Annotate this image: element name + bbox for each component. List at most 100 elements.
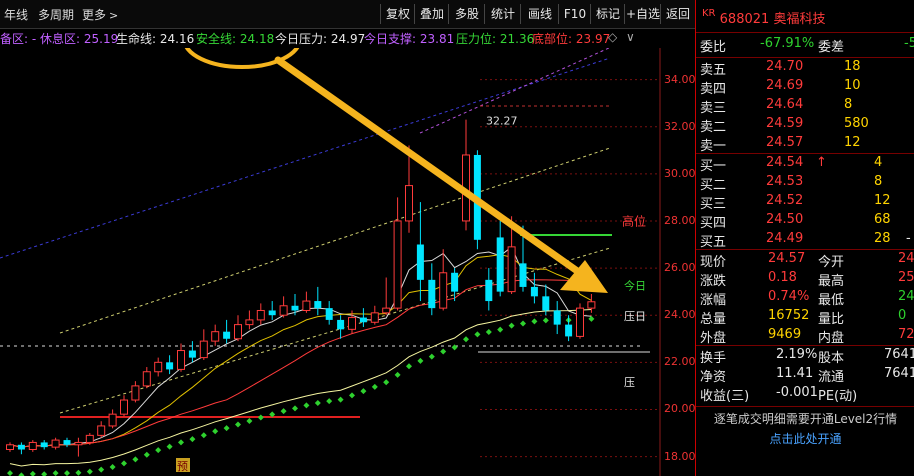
y-tick-label: 18.00: [664, 449, 696, 463]
pressure-level-indicator: 压力位: 21.36: [456, 32, 535, 46]
arrow-shaft: [274, 56, 594, 284]
y-tick-label: 34.00: [664, 72, 696, 86]
life-line-indicator: 生命线: 24.16: [116, 32, 195, 46]
bid-label: 买三: [700, 197, 727, 212]
y-tick-label: 22.00: [664, 355, 696, 369]
pressure-day-label: 压日: [624, 310, 646, 323]
bid-row: 买五 24.49 28-: [696, 231, 914, 250]
chevron-down-icon[interactable]: ∨: [626, 30, 635, 44]
support-dot: [417, 357, 424, 364]
candle-body: [314, 301, 322, 309]
pressure-label: 压: [624, 376, 635, 389]
candle-body: [359, 317, 367, 323]
stat-value: 25: [898, 270, 914, 285]
support-dot: [155, 447, 162, 454]
candle-body: [382, 307, 391, 314]
support-dot: [394, 371, 401, 378]
stat-label: 内盘: [818, 331, 845, 346]
stat-label: 涨幅: [700, 293, 727, 308]
candlestick-chart[interactable]: 32.27 高位今日压日压预: [0, 48, 695, 476]
bid-volume: 8: [874, 174, 883, 189]
stat-label: 外盘: [700, 331, 727, 346]
toolbar-button-8[interactable]: 返回: [660, 4, 695, 24]
support-dot: [292, 405, 298, 412]
trend-line-purple: [419, 48, 611, 134]
candle-body: [131, 385, 140, 401]
more-menu[interactable]: 更多 >: [82, 6, 118, 23]
support-dot: [440, 348, 447, 355]
kr-badge: KR: [702, 8, 716, 19]
stat-value: 0.18: [768, 270, 797, 285]
candle-body: [485, 279, 493, 302]
candle-body: [188, 350, 196, 358]
stat-label: 量比: [818, 312, 845, 327]
annotations: 32.27 高位今日压日压预: [176, 114, 646, 473]
toolbar-button-5[interactable]: F10: [558, 4, 591, 24]
year-line-tab[interactable]: 年线: [4, 6, 28, 23]
support-dot: [52, 470, 59, 476]
forecast-marker: 预: [177, 460, 188, 473]
toolbar-button-7[interactable]: +自选: [624, 4, 661, 24]
support-dot: [212, 428, 219, 435]
high-level-label: 高位: [622, 214, 646, 229]
support-dot: [86, 468, 93, 475]
stat-row: 净资 11.41 流通 7641: [696, 366, 914, 385]
ask-volume: 10: [844, 78, 861, 93]
candle-body: [565, 324, 573, 337]
candle-body: [74, 441, 83, 446]
bid-volume: 4: [874, 155, 883, 170]
support-dot: [463, 336, 469, 343]
stat-value: 16752: [768, 308, 810, 323]
zone-indicator: 备区: -: [0, 32, 37, 46]
toolbar-button-6[interactable]: 标记: [590, 4, 625, 24]
candle-body: [530, 286, 538, 297]
support-dot: [337, 396, 344, 403]
stat-value: 7641: [884, 366, 914, 381]
candle-body: [337, 319, 345, 330]
y-tick-label: 32.00: [664, 119, 696, 133]
stat-value: -0.001: [776, 385, 818, 400]
candle-body: [519, 263, 527, 287]
stat-row: 换手 2.19% 股本 7641: [696, 347, 914, 366]
bid-tail: -: [906, 231, 911, 246]
bid-row: 买一 24.54 ↑ 4: [696, 155, 914, 174]
stat-value: 24: [898, 251, 914, 266]
multi-period-tab[interactable]: 多周期: [38, 6, 74, 23]
toolbar-button-2[interactable]: 多股: [448, 4, 485, 24]
candle-body: [166, 362, 174, 370]
support-dot: [257, 414, 264, 421]
ask-volume: 12: [844, 135, 861, 150]
ask-row: 卖五 24.70 18: [696, 59, 914, 78]
support-dots: [7, 315, 595, 476]
support-dot: [189, 436, 196, 443]
stat-label: 净资: [700, 370, 727, 385]
bid-label: 买四: [700, 216, 727, 231]
open-level2-link[interactable]: 点击此处开通: [696, 430, 914, 447]
candle-body: [393, 220, 402, 309]
stat-value: 7641: [884, 347, 914, 362]
candle-body: [507, 246, 516, 293]
stat-row: 现价 24.57 今开 24: [696, 251, 914, 270]
candle-body: [542, 296, 550, 311]
support-dot: [235, 421, 241, 428]
toolbar-button-0[interactable]: 复权: [380, 4, 415, 24]
stat-label: PE(动): [818, 389, 858, 404]
toolbar: 年线 多周期 更多 > 复权 叠加 多股 统计 画线 F10 标记 +自选 返回: [0, 0, 695, 29]
candle-body: [17, 444, 25, 450]
support-dot: [531, 318, 538, 325]
stat-value: 11.41: [776, 366, 814, 381]
candle-body: [51, 439, 60, 448]
more-label: 更多: [82, 8, 107, 22]
diamond-icon[interactable]: ◇: [608, 30, 617, 44]
candle-body: [291, 305, 299, 311]
toolbar-button-3[interactable]: 统计: [484, 4, 521, 24]
stat-label: 现价: [700, 255, 727, 270]
stat-value: 2.19%: [776, 347, 818, 362]
toolbar-button-1[interactable]: 叠加: [414, 4, 449, 24]
toolbar-button-4[interactable]: 画线: [520, 4, 559, 24]
high-price-label: 32.27: [486, 114, 518, 127]
candle-body: [587, 301, 596, 309]
bid-label: 买二: [700, 178, 727, 193]
trend-line-upper: [59, 147, 611, 334]
candle-body: [223, 331, 231, 339]
